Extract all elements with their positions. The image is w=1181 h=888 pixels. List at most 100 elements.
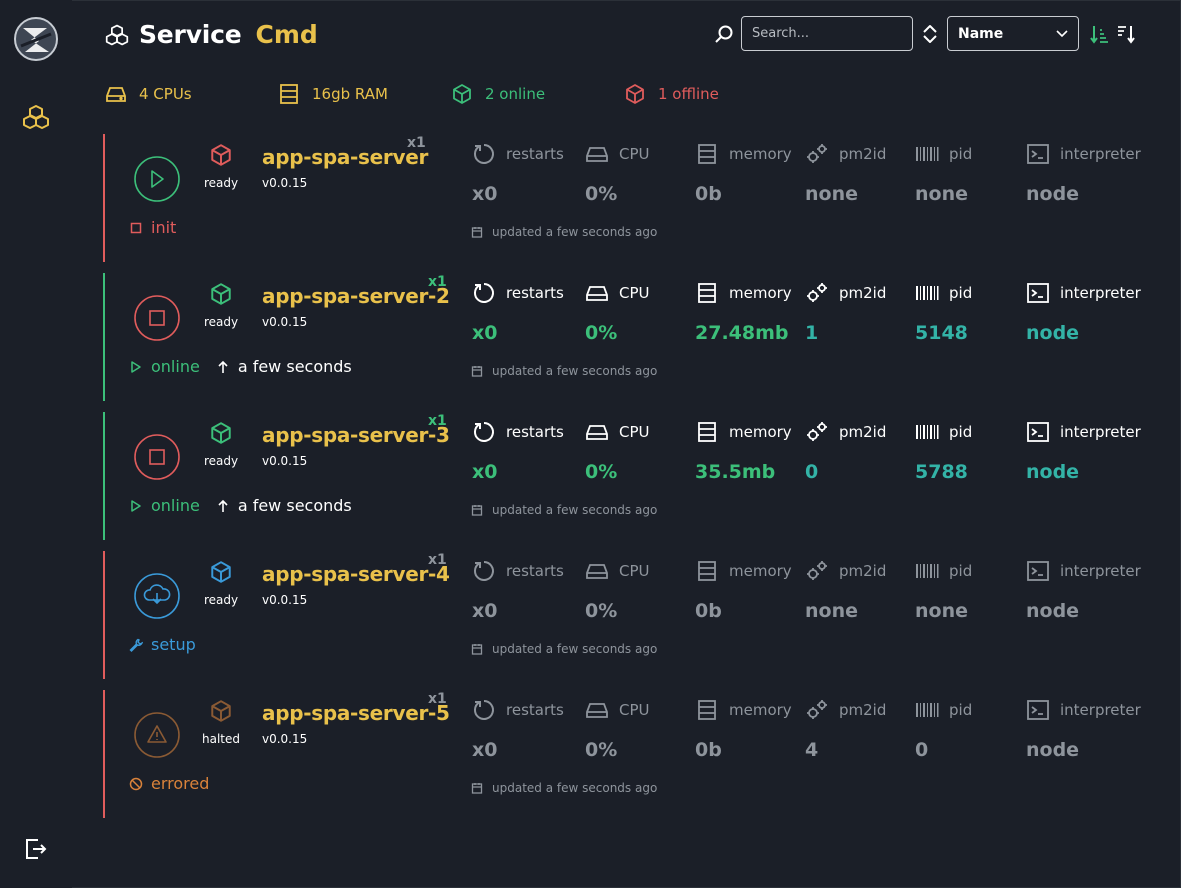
- interpreter-value: node: [1026, 183, 1080, 205]
- title-text: Service: [139, 20, 242, 49]
- metric-pid: pid none: [915, 142, 972, 205]
- pid-value: 0: [915, 739, 929, 761]
- cubes-icon[interactable]: [22, 104, 50, 130]
- memory-value: 0b: [695, 600, 722, 622]
- drive-icon: [586, 564, 608, 579]
- metric-interpreter: interpreter node: [1026, 281, 1141, 344]
- pid-value: 5148: [915, 322, 968, 344]
- play-icon[interactable]: [133, 155, 181, 203]
- restart-icon: [474, 422, 494, 442]
- cloud-download-icon[interactable]: [133, 572, 181, 620]
- gears-icon: [807, 700, 827, 719]
- metric-pm2id: pm2id none: [805, 142, 886, 205]
- uptime-text: a few seconds: [237, 357, 352, 376]
- terminal-icon: [1027, 144, 1049, 164]
- server-icon: [698, 283, 716, 303]
- restart-icon: [474, 283, 494, 303]
- metric-restarts: restarts x0: [472, 420, 564, 483]
- interpreter-value: node: [1026, 322, 1080, 344]
- terminal-icon: [1027, 561, 1049, 581]
- cube-icon: [211, 700, 231, 722]
- stat-ram: 16gb RAM: [278, 83, 388, 105]
- cpu-value: 0%: [585, 461, 618, 483]
- search-input[interactable]: [741, 16, 913, 51]
- barcode-icon: [916, 286, 939, 300]
- status-text: setup: [151, 635, 196, 654]
- cube-icon: [211, 561, 231, 583]
- server-icon: [698, 700, 716, 720]
- stat-ram-label: 16gb RAM: [312, 85, 388, 103]
- metric-restarts: restarts x0: [472, 281, 564, 344]
- metric-memory: memory 27.48mb: [695, 281, 792, 344]
- metric-pid: pid 5148: [915, 281, 972, 344]
- stop-icon[interactable]: [133, 433, 181, 481]
- ban-icon: [129, 777, 143, 790]
- stop-icon[interactable]: [133, 294, 181, 342]
- gears-icon: [807, 283, 827, 302]
- exit-icon[interactable]: [24, 837, 48, 861]
- app-name[interactable]: app-spa-server-2: [262, 284, 450, 308]
- metric-interpreter: interpreter node: [1026, 420, 1141, 483]
- terminal-icon: [1027, 422, 1049, 442]
- drive-icon: [586, 703, 608, 718]
- cubes-icon: [105, 24, 129, 45]
- sort-direction-icon[interactable]: [921, 23, 939, 45]
- pid-value: none: [915, 183, 968, 205]
- status-text: init: [151, 218, 177, 237]
- instance-count: x1: [428, 691, 447, 707]
- metric-pm2id: pm2id 4: [805, 698, 886, 761]
- metric-cpu: CPU 0%: [585, 281, 650, 344]
- app-name[interactable]: app-spa-server-4: [262, 562, 450, 586]
- app-version: v0.0.15: [262, 454, 308, 468]
- calendar-icon: [471, 505, 483, 516]
- calendar-icon: [471, 644, 483, 655]
- metric-pm2id: pm2id none: [805, 559, 886, 622]
- stat-cpus-label: 4 CPUs: [139, 85, 192, 103]
- instance-count: x1: [407, 135, 426, 151]
- square-icon: [130, 222, 142, 233]
- interpreter-value: node: [1026, 739, 1080, 761]
- page-title: Service Cmd: [105, 20, 318, 49]
- package-state: ready: [203, 593, 239, 607]
- server-icon: [280, 84, 298, 104]
- cpu-value: 0%: [585, 183, 618, 205]
- sort-select[interactable]: Name: [947, 16, 1079, 51]
- metric-restarts: restarts x0: [472, 559, 564, 622]
- server-icon: [698, 422, 716, 442]
- cube-icon: [626, 84, 644, 104]
- metric-memory: memory 0b: [695, 142, 792, 205]
- status-label: online a few seconds: [129, 496, 352, 515]
- server-icon: [698, 561, 716, 581]
- metric-cpu: CPU 0%: [585, 559, 650, 622]
- updated-label: updated a few seconds ago: [471, 225, 657, 239]
- app-row: ready app-spa-server-2 v0.0.15 x1 online…: [103, 273, 1163, 401]
- play-small-icon: [131, 499, 141, 512]
- barcode-icon: [916, 703, 939, 717]
- metric-pid: pid 5788: [915, 420, 972, 483]
- sort-ascending-icon[interactable]: [1089, 23, 1109, 45]
- app-version: v0.0.15: [262, 315, 308, 329]
- play-small-icon: [131, 360, 141, 373]
- warning-icon[interactable]: [133, 711, 181, 759]
- instance-count: x1: [428, 274, 447, 290]
- metric-restarts: restarts x0: [472, 142, 564, 205]
- app-row: ready app-spa-server-4 v0.0.15 x1 setup …: [103, 551, 1163, 679]
- app-name[interactable]: app-spa-server-5: [262, 701, 450, 725]
- restart-icon: [474, 700, 494, 720]
- barcode-icon: [916, 147, 939, 161]
- app-name[interactable]: app-spa-server: [262, 145, 428, 169]
- status-label: init: [129, 218, 176, 237]
- stat-offline-label: 1 offline: [658, 85, 719, 103]
- updated-label: updated a few seconds ago: [471, 503, 657, 517]
- search-icon[interactable]: [714, 24, 734, 44]
- terminal-icon: [1027, 700, 1049, 720]
- terminal-icon: [1027, 283, 1049, 303]
- logo-icon: [14, 17, 58, 61]
- stat-online: 2 online: [451, 83, 545, 105]
- app-name[interactable]: app-spa-server-3: [262, 423, 450, 447]
- chevron-down-icon: [1056, 29, 1068, 37]
- sort-descending-icon[interactable]: [1116, 23, 1136, 45]
- title-accent: Cmd: [255, 20, 318, 49]
- cube-icon: [211, 283, 231, 305]
- package-state: halted: [202, 732, 240, 746]
